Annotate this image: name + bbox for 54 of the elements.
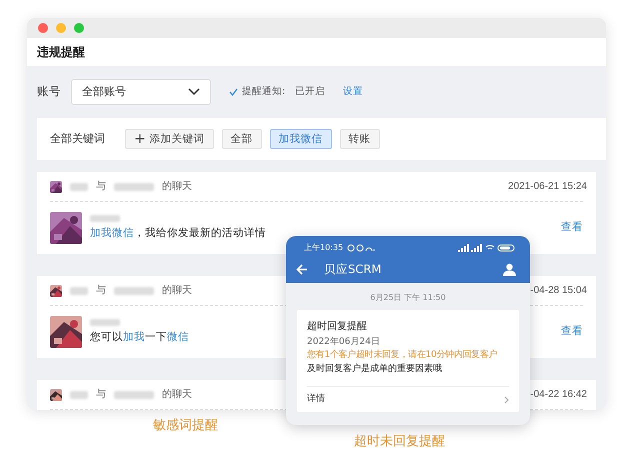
keyword-link[interactable]: 加我: [123, 330, 145, 343]
status-icons: [347, 244, 376, 252]
maximize-button[interactable]: [74, 23, 84, 33]
connector-text: 与: [96, 388, 106, 402]
account-select[interactable]: 全部账号: [71, 79, 211, 105]
chevron-right-icon: [504, 396, 509, 404]
chevron-down-icon: [188, 88, 200, 96]
details-row[interactable]: 详情: [307, 386, 509, 412]
redacted-name: [90, 318, 120, 326]
view-link[interactable]: 查看: [561, 324, 583, 340]
add-keyword-button[interactable]: + 添加关键词: [125, 129, 214, 149]
app-title: 贝应SCRM: [324, 260, 382, 278]
view-link[interactable]: 查看: [561, 220, 583, 236]
card-title: 超时回复提醒: [307, 320, 368, 334]
status-time: 上午10:35: [304, 242, 344, 254]
keyword-chip[interactable]: 全部: [222, 129, 262, 149]
redacted-name: [70, 286, 88, 294]
profile-icon[interactable]: [503, 263, 516, 276]
keyword-link[interactable]: 加我微信: [90, 226, 134, 239]
chat-time: -04-22 16:42: [530, 388, 587, 402]
message-text: 您可以加我一下微信: [90, 330, 189, 345]
keywords-label: 全部关键词: [50, 130, 105, 147]
redacted-name: [70, 182, 88, 190]
keyword-chip[interactable]: 转账: [340, 129, 380, 149]
redacted-name: [114, 286, 154, 294]
notice-status: 已开启: [295, 84, 326, 99]
close-button[interactable]: [38, 23, 48, 33]
chat-time: 2021-06-21 15:24: [508, 180, 587, 194]
keyword-chip[interactable]: 加我微信: [270, 129, 332, 149]
notice-label: 提醒通知:: [242, 84, 286, 99]
chat-time: -04-28 15:04: [530, 284, 587, 298]
caption: 超时未回复提醒: [354, 433, 445, 451]
redacted-name: [114, 390, 154, 398]
redacted-name: [114, 182, 154, 190]
settings-link[interactable]: 设置: [343, 84, 364, 100]
card-date: 2022年06月24日: [307, 336, 381, 348]
back-icon[interactable]: [296, 264, 308, 275]
signal-battery-icons: [458, 244, 516, 252]
caption: 敏感词提醒: [153, 417, 218, 435]
note-text: 及时回复客户是成单的重要因素哦: [307, 362, 443, 376]
window-title: 违规提醒: [37, 44, 85, 61]
message-timestamp: 6月25日 下午 11:50: [370, 293, 446, 302]
chat-title: 的聊天: [162, 284, 192, 298]
alert-text: 您有1个客户超时未回复，请在10分钟内回复客户: [307, 349, 498, 362]
connector-text: 与: [96, 180, 106, 194]
redacted-name: [70, 390, 88, 398]
keyword-link[interactable]: 微信: [167, 330, 189, 343]
account-label: 账号: [37, 83, 61, 100]
message-text: 加我微信，我给你发最新的活动详情: [90, 226, 266, 241]
chat-title: 的聊天: [162, 388, 192, 402]
minimize-button[interactable]: [56, 23, 66, 33]
chat-title: 的聊天: [162, 180, 192, 194]
connector-text: 与: [96, 284, 106, 298]
redacted-name: [90, 214, 120, 222]
